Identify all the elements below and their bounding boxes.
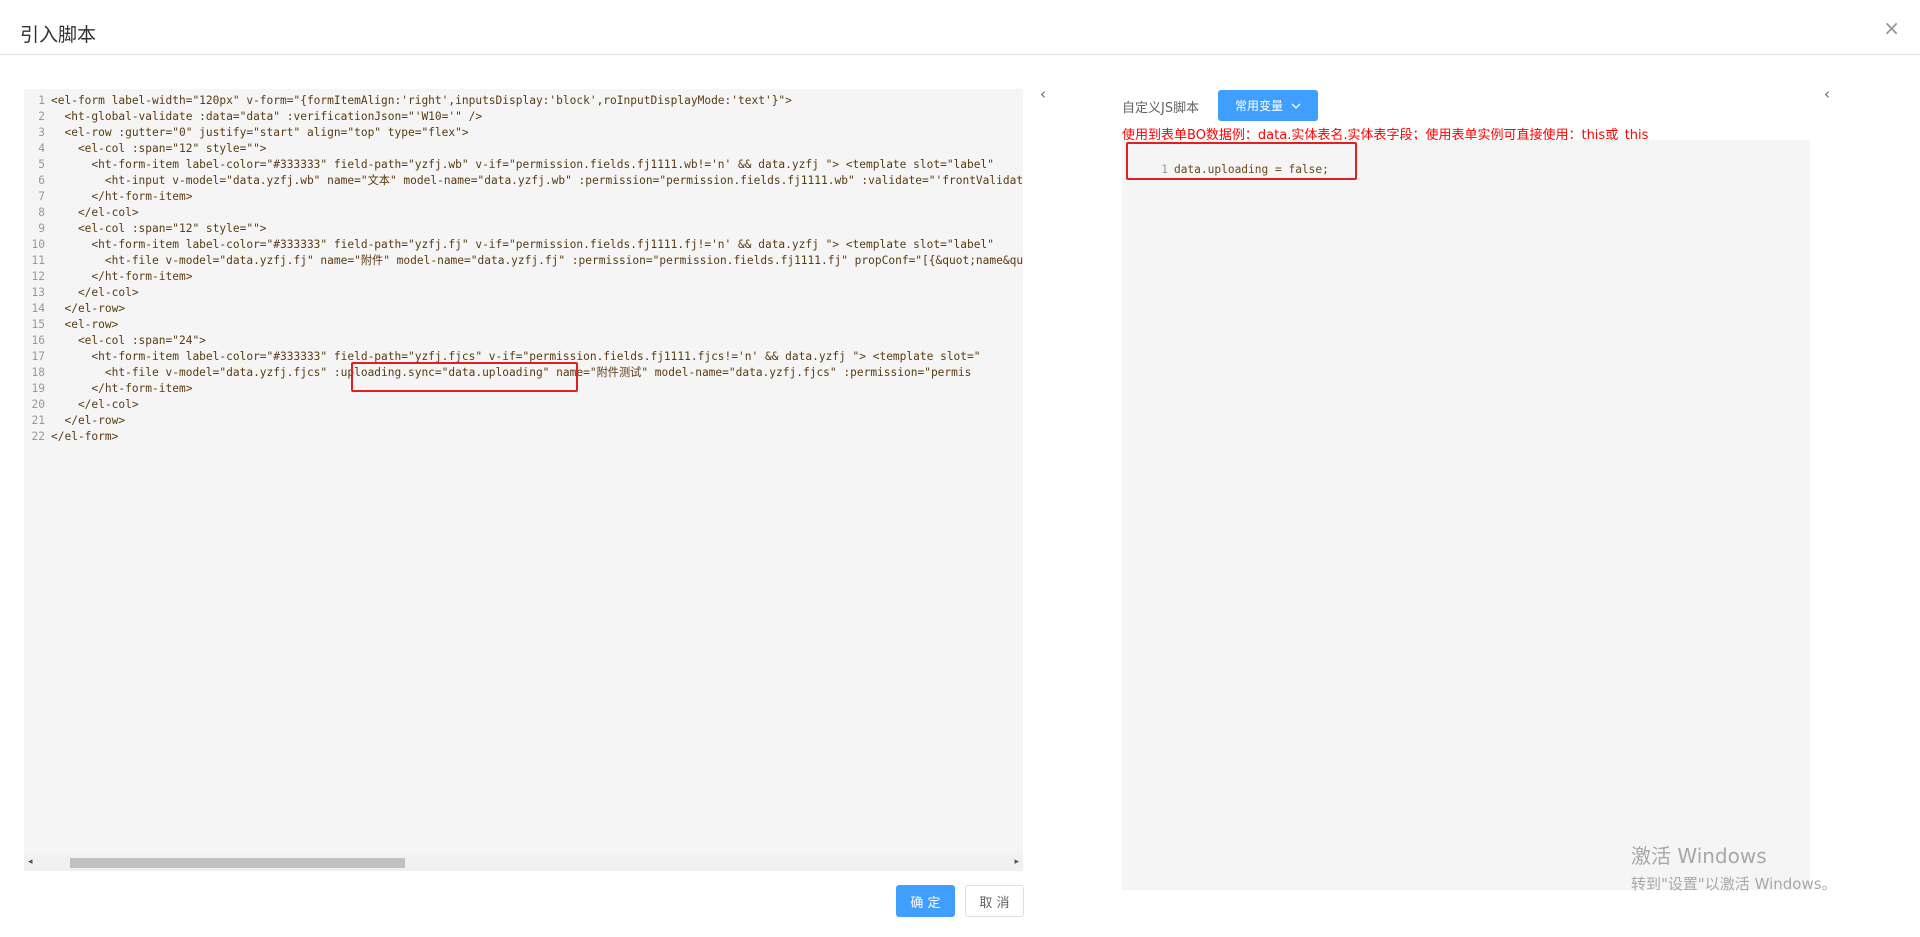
code-text: <ht-file v-model="data.yzfj.fj" name="附件… — [51, 254, 1023, 267]
code-line: 1 <el-form label-width="120px" v-form="{f… — [24, 93, 1023, 109]
line-number: 16 — [31, 334, 45, 347]
line-number: 2 — [38, 110, 45, 123]
line-number: 12 — [31, 270, 45, 283]
windows-activation-watermark: 激活 Windows 转到"设置"以激活 Windows。 — [1631, 840, 1837, 894]
code-text: </el-row> — [51, 302, 126, 315]
html-code-editor[interactable]: 1 <el-form label-width="120px" v-form="{f… — [24, 89, 1023, 871]
code-text: <el-form label-width="120px" v-form="{fo… — [51, 94, 792, 107]
common-variables-label: 常用变量 — [1234, 99, 1283, 113]
close-icon[interactable]: × — [1883, 16, 1900, 40]
code-text: <ht-input v-model="data.yzfj.wb" name="文… — [51, 174, 1023, 187]
scroll-right-arrow-icon[interactable]: ▸ — [1014, 857, 1019, 867]
line-number: 13 — [31, 286, 45, 299]
code-text: </ht-form-item> — [51, 382, 193, 395]
line-number: 19 — [31, 382, 45, 395]
line-number: 17 — [31, 350, 45, 363]
code-text: </el-col> — [51, 398, 139, 411]
line-number: 8 — [38, 206, 45, 219]
line-number: 18 — [31, 366, 45, 379]
dialog-header: 引入脚本 × — [0, 0, 1920, 55]
code-line: 20 </el-col> — [24, 397, 1023, 413]
line-number: 14 — [31, 302, 45, 315]
code-line: 15 <el-row> — [24, 317, 1023, 333]
code-text: <ht-form-item label-color="#333333" fiel… — [51, 238, 994, 251]
collapse-right-icon[interactable]: ‹ — [1824, 85, 1830, 103]
code-line: 22 </el-form> — [24, 429, 1023, 445]
code-line: 5 <ht-form-item label-color="#333333" fi… — [24, 157, 1023, 173]
code-text: </el-col> — [51, 206, 139, 219]
line-number: 7 — [38, 190, 45, 203]
code-text: <el-row :gutter="0" justify="start" alig… — [51, 126, 469, 139]
line-number: 15 — [31, 318, 45, 331]
code-line: 10 <ht-form-item label-color="#333333" f… — [24, 237, 1023, 253]
js-code-editor[interactable]: 1 data.uploading = false; — [1122, 140, 1810, 890]
highlight-box-js-code — [1126, 142, 1357, 180]
scroll-left-arrow-icon[interactable]: ◂ — [28, 857, 33, 867]
line-number: 20 — [31, 398, 45, 411]
line-number: 6 — [38, 174, 45, 187]
code-text: <ht-global-validate :data="data" :verifi… — [51, 110, 483, 123]
line-number: 4 — [38, 142, 45, 155]
line-number: 9 — [38, 222, 45, 235]
code-text: <el-col :span="12" style=""> — [51, 222, 267, 235]
code-editor-scrollbar[interactable]: ◂ ▸ — [24, 855, 1023, 871]
code-text: </ht-form-item> — [51, 270, 193, 283]
code-text: <el-row> — [51, 318, 119, 331]
highlight-box-uploading-sync — [351, 362, 578, 392]
code-line: 16 <el-col :span="24"> — [24, 333, 1023, 349]
cancel-button[interactable]: 取 消 — [965, 885, 1024, 917]
code-line: 21 </el-row> — [24, 413, 1023, 429]
code-line: 14 </el-row> — [24, 301, 1023, 317]
confirm-button[interactable]: 确 定 — [896, 885, 955, 917]
line-number: 21 — [31, 414, 45, 427]
collapse-left-icon[interactable]: ‹ — [1040, 85, 1046, 103]
code-text: </el-form> — [51, 430, 119, 443]
code-line: 11 <ht-file v-model="data.yzfj.fj" name=… — [24, 253, 1023, 269]
js-script-label: 自定义JS脚本 — [1122, 101, 1200, 116]
line-number: 11 — [31, 254, 45, 267]
watermark-line2: 转到"设置"以激活 Windows。 — [1631, 875, 1837, 893]
dialog-title: 引入脚本 — [20, 24, 97, 46]
code-line: 3 <el-row :gutter="0" justify="start" al… — [24, 125, 1023, 141]
code-lines: 1 <el-form label-width="120px" v-form="{f… — [24, 93, 1023, 445]
code-text: <ht-form-item label-color="#333333" fiel… — [51, 158, 994, 171]
code-line: 2 <ht-global-validate :data="data" :veri… — [24, 109, 1023, 125]
line-number: 3 — [38, 126, 45, 139]
line-number: 22 — [31, 430, 45, 443]
common-variables-button[interactable]: 常用变量 — [1218, 90, 1318, 121]
code-line: 8 </el-col> — [24, 205, 1023, 221]
code-text: </el-row> — [51, 414, 126, 427]
code-line: 7 </ht-form-item> — [24, 189, 1023, 205]
code-text: </ht-form-item> — [51, 190, 193, 203]
code-line: 13 </el-col> — [24, 285, 1023, 301]
watermark-line1: 激活 Windows — [1631, 844, 1767, 868]
code-line: 12 </ht-form-item> — [24, 269, 1023, 285]
line-number: 10 — [31, 238, 45, 251]
code-line: 9 <el-col :span="12" style=""> — [24, 221, 1023, 237]
line-number: 1 — [38, 94, 45, 107]
code-text: </el-col> — [51, 286, 139, 299]
line-number: 5 — [38, 158, 45, 171]
code-line: 4 <el-col :span="12" style=""> — [24, 141, 1023, 157]
code-line: 6 <ht-input v-model="data.yzfj.wb" name=… — [24, 173, 1023, 189]
scrollbar-thumb[interactable] — [70, 858, 405, 868]
code-text: <el-col :span="24"> — [51, 334, 206, 347]
chevron-down-icon — [1291, 103, 1301, 109]
code-text: <el-col :span="12" style=""> — [51, 142, 267, 155]
